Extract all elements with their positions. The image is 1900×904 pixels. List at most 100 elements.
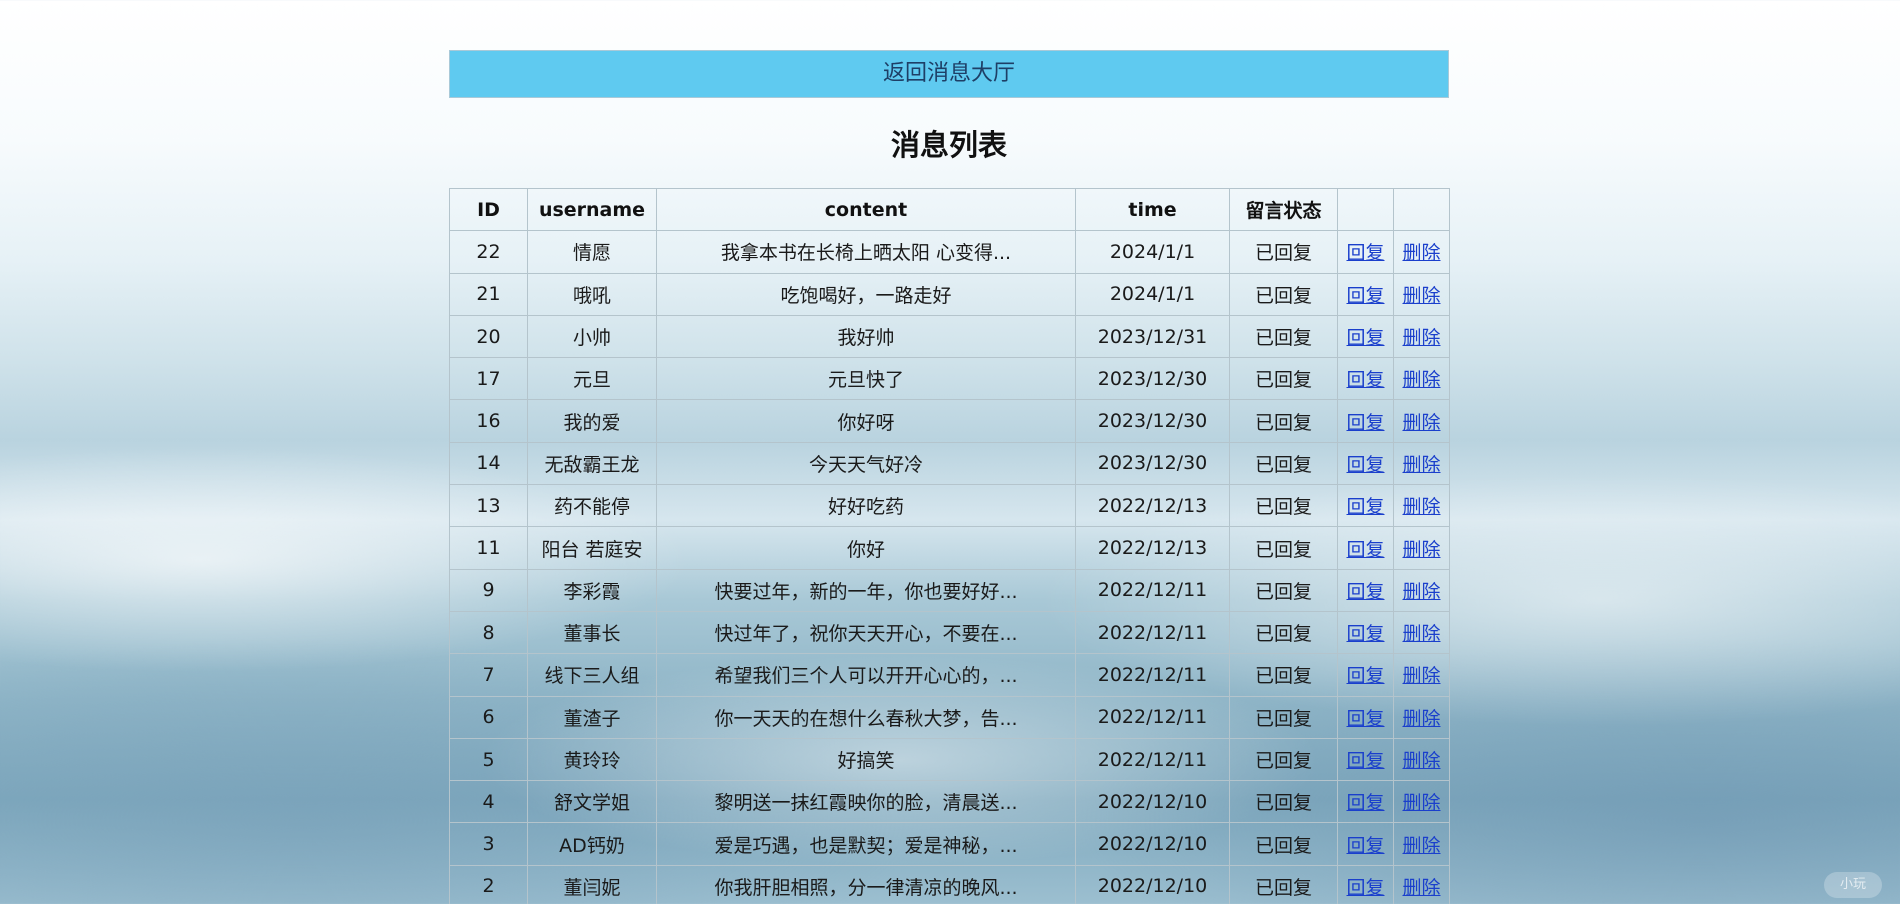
table-row: 11 阳台 若庭安 你好 2022/12/13 已回复 回复 删除 [449,526,1450,570]
cell-time: 2022/12/10 [1075,822,1230,866]
cell-time: 2024/1/1 [1075,272,1230,316]
reply-link[interactable]: 回复 [1346,708,1384,730]
reply-link[interactable]: 回复 [1346,581,1384,603]
cell-username: 李彩霞 [527,568,657,612]
delete-link-cell: 删除 [1393,399,1450,443]
message-table-body: 22 情愿 我拿本书在长椅上晒太阳 心变得... 2024/1/1 已回复 回复 删除 21 哦… [449,230,1450,904]
delete-link-cell: 删除 [1393,610,1450,655]
cell-content: 你好呀 [656,399,1076,443]
column-header-id: ID [449,187,528,232]
cell-id: 22 [449,230,528,274]
cell-time: 2022/12/11 [1075,610,1230,655]
cell-content: 你好 [656,526,1076,570]
delete-link[interactable]: 删除 [1402,539,1440,561]
delete-link[interactable]: 删除 [1402,877,1440,899]
reply-link[interactable]: 回复 [1346,412,1384,434]
reply-link-cell: 回复 [1337,314,1394,359]
delete-link[interactable]: 删除 [1402,285,1440,307]
reply-link[interactable]: 回复 [1346,496,1384,518]
reply-link[interactable]: 回复 [1346,877,1384,899]
delete-link[interactable]: 删除 [1402,242,1440,264]
watermark-badge: 小玩 [1824,872,1882,898]
cell-content: 快要过年，新的一年，你也要好好... [656,568,1076,612]
delete-link-cell: 删除 [1393,780,1450,824]
delete-link[interactable]: 删除 [1402,708,1440,730]
delete-link[interactable]: 删除 [1402,496,1440,518]
column-header-reply [1337,187,1394,232]
delete-link[interactable]: 删除 [1402,623,1440,645]
reply-link[interactable]: 回复 [1346,454,1384,476]
cell-username: 黄玲玲 [527,737,657,782]
reply-link[interactable]: 回复 [1346,327,1384,349]
message-table: ID username content time 留言状态 22 情愿 我拿本书在长… [449,187,1450,904]
reply-link-cell: 回复 [1337,568,1394,612]
cell-id: 11 [449,526,528,570]
reply-link-cell: 回复 [1337,484,1394,528]
cell-username: 药不能停 [527,484,657,528]
cell-id: 14 [449,441,528,486]
table-row: 4 舒文学姐 黎明送一抹红霞映你的脸，清晨送... 2022/12/10 已回复 回复 删除 [449,780,1450,824]
delete-link-cell: 删除 [1393,357,1450,401]
cell-id: 16 [449,399,528,443]
table-row: 6 董渣子 你一天天的在想什么春秋大梦，告... 2022/12/11 已回复 回复 删除 [449,695,1450,739]
table-row: 3 AD钙奶 爱是巧遇，也是默契；爱是神秘，... 2022/12/10 已回复 回复 删除 [449,822,1450,866]
cell-time: 2022/12/13 [1075,484,1230,528]
reply-link-cell: 回复 [1337,695,1394,739]
message-list-page: 返回消息大厅 消息列表 ID username content time 留言状… [449,50,1450,904]
cell-status: 已回复 [1229,653,1338,697]
delete-link[interactable]: 删除 [1402,835,1440,857]
delete-link[interactable]: 删除 [1402,792,1440,814]
reply-link[interactable]: 回复 [1346,242,1384,264]
reply-link-cell: 回复 [1337,357,1394,401]
reply-link[interactable]: 回复 [1346,665,1384,687]
reply-link-cell: 回复 [1337,526,1394,570]
reply-link[interactable]: 回复 [1346,369,1384,391]
cell-username: 无敌霸王龙 [527,441,657,486]
table-row: 9 李彩霞 快要过年，新的一年，你也要好好... 2022/12/11 已回复 回复 删除 [449,568,1450,612]
reply-link[interactable]: 回复 [1346,285,1384,307]
cell-username: 情愿 [527,230,657,274]
cell-time: 2023/12/31 [1075,314,1230,359]
table-row: 22 情愿 我拿本书在长椅上晒太阳 心变得... 2024/1/1 已回复 回复 删除 [449,230,1450,274]
column-header-username: username [527,187,657,232]
delete-link[interactable]: 删除 [1402,327,1440,349]
cell-username: 董事长 [527,610,657,655]
cell-id: 20 [449,314,528,359]
table-row: 20 小帅 我好帅 2023/12/31 已回复 回复 删除 [449,314,1450,359]
table-header-row: ID username content time 留言状态 [449,187,1450,232]
delete-link[interactable]: 删除 [1402,581,1440,603]
delete-link[interactable]: 删除 [1402,369,1440,391]
cell-content: 你我肝胆相照，分一律清凉的晚风... [656,864,1076,904]
delete-link[interactable]: 删除 [1402,665,1440,687]
cell-status: 已回复 [1229,568,1338,612]
back-to-hall-link[interactable]: 返回消息大厅 [449,50,1449,98]
cell-status: 已回复 [1229,526,1338,570]
delete-link[interactable]: 删除 [1402,454,1440,476]
cell-content: 黎明送一抹红霞映你的脸，清晨送... [656,780,1076,824]
cell-content: 好搞笑 [656,737,1076,782]
reply-link-cell: 回复 [1337,441,1394,486]
cell-content: 吃饱喝好，一路走好 [656,272,1076,316]
cell-content: 你一天天的在想什么春秋大梦，告... [656,695,1076,739]
cell-status: 已回复 [1229,357,1338,401]
reply-link[interactable]: 回复 [1346,750,1384,772]
cell-content: 快过年了，祝你天天开心，不要在... [656,610,1076,655]
cell-username: 舒文学姐 [527,780,657,824]
reply-link[interactable]: 回复 [1346,623,1384,645]
cell-id: 17 [449,357,528,401]
reply-link[interactable]: 回复 [1346,539,1384,561]
reply-link[interactable]: 回复 [1346,835,1384,857]
delete-link-cell: 删除 [1393,653,1450,697]
cell-username: 董渣子 [527,695,657,739]
cell-id: 3 [449,822,528,866]
cell-id: 2 [449,864,528,904]
column-header-content: content [656,187,1076,232]
cell-username: 小帅 [527,314,657,359]
cell-status: 已回复 [1229,441,1338,486]
reply-link-cell: 回复 [1337,230,1394,274]
delete-link[interactable]: 删除 [1402,750,1440,772]
reply-link[interactable]: 回复 [1346,792,1384,814]
delete-link[interactable]: 删除 [1402,412,1440,434]
reply-link-cell: 回复 [1337,864,1394,904]
cell-username: 阳台 若庭安 [527,526,657,570]
